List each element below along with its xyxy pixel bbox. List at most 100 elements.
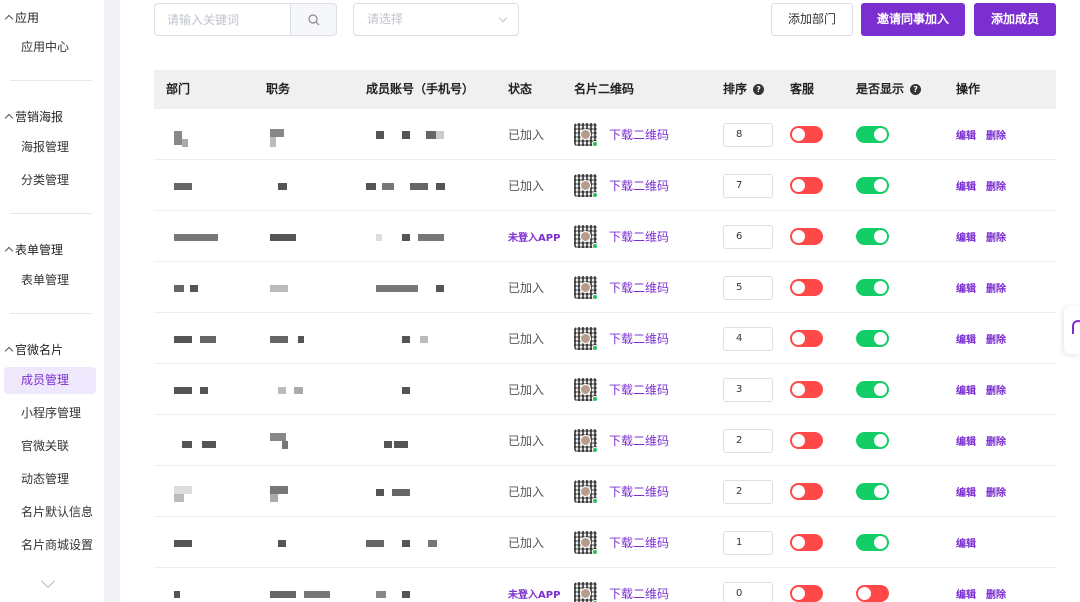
sidebar-item-poster-management[interactable]: 海报管理 bbox=[4, 134, 96, 161]
sidebar-group-business-card[interactable]: 官微名片 bbox=[4, 341, 63, 358]
redacted-text bbox=[182, 441, 192, 448]
delete-link[interactable]: 删除 bbox=[986, 280, 1006, 295]
download-qrcode-link[interactable]: 下载二维码 bbox=[609, 381, 669, 398]
service-toggle[interactable] bbox=[790, 432, 823, 449]
sort-input[interactable] bbox=[723, 326, 773, 351]
edit-link[interactable]: 编辑 bbox=[956, 331, 976, 346]
search-button[interactable] bbox=[290, 3, 337, 36]
redacted-text bbox=[436, 285, 444, 292]
edit-link[interactable]: 编辑 bbox=[956, 433, 976, 448]
sidebar-item-card-default-info[interactable]: 名片默认信息 bbox=[4, 499, 96, 526]
sort-cell bbox=[723, 415, 773, 466]
display-toggle[interactable] bbox=[856, 228, 889, 245]
sidebar-item-official-link[interactable]: 官微关联 bbox=[4, 433, 96, 460]
add-member-button[interactable]: 添加成员 bbox=[974, 3, 1056, 36]
display-toggle[interactable] bbox=[856, 585, 889, 602]
delete-link[interactable]: 删除 bbox=[986, 178, 1006, 193]
delete-link[interactable]: 删除 bbox=[986, 382, 1006, 397]
delete-link[interactable]: 删除 bbox=[986, 586, 1006, 601]
column-header-label: 是否显示 bbox=[856, 82, 905, 96]
display-toggle[interactable] bbox=[856, 177, 889, 194]
sidebar-item-app-center[interactable]: 应用中心 bbox=[4, 34, 96, 61]
sidebar-item-member-management[interactable]: 成员管理 bbox=[4, 367, 96, 394]
sort-input[interactable] bbox=[723, 122, 773, 147]
add-department-button[interactable]: 添加部门 bbox=[771, 3, 853, 36]
avatar bbox=[580, 486, 591, 497]
edit-link[interactable]: 编辑 bbox=[956, 178, 976, 193]
service-toggle[interactable] bbox=[790, 585, 823, 602]
download-qrcode-link[interactable]: 下载二维码 bbox=[609, 432, 669, 449]
help-icon[interactable]: ? bbox=[910, 84, 922, 95]
sort-input[interactable] bbox=[723, 173, 773, 198]
edit-link[interactable]: 编辑 bbox=[956, 484, 976, 499]
delete-link[interactable]: 删除 bbox=[986, 484, 1006, 499]
sidebar-group-form[interactable]: 表单管理 bbox=[4, 241, 63, 258]
display-toggle[interactable] bbox=[856, 381, 889, 398]
display-toggle[interactable] bbox=[856, 534, 889, 551]
service-toggle[interactable] bbox=[790, 381, 823, 398]
sidebar-item-form-management[interactable]: 表单管理 bbox=[4, 267, 96, 294]
download-qrcode-link[interactable]: 下载二维码 bbox=[609, 534, 669, 551]
display-toggle[interactable] bbox=[856, 432, 889, 449]
download-qrcode-link[interactable]: 下载二维码 bbox=[609, 585, 669, 602]
sort-input[interactable] bbox=[723, 377, 773, 402]
wechat-icon bbox=[592, 498, 598, 504]
service-toggle[interactable] bbox=[790, 126, 823, 143]
sort-input[interactable] bbox=[723, 428, 773, 453]
sort-input[interactable] bbox=[723, 275, 773, 300]
edit-link[interactable]: 编辑 bbox=[956, 127, 976, 142]
service-toggle[interactable] bbox=[790, 330, 823, 347]
edit-link[interactable]: 编辑 bbox=[956, 382, 976, 397]
column-header-position: 职务 bbox=[266, 82, 291, 96]
qrcode-cell: 下载二维码 bbox=[574, 466, 669, 517]
table-row: 未登入APP 下载二维码 编辑删除 bbox=[154, 211, 1056, 262]
customer-service-float-button[interactable] bbox=[1064, 306, 1080, 354]
delete-link[interactable]: 删除 bbox=[986, 229, 1006, 244]
display-toggle[interactable] bbox=[856, 483, 889, 500]
download-qrcode-link[interactable]: 下载二维码 bbox=[609, 483, 669, 500]
delete-link[interactable]: 删除 bbox=[986, 433, 1006, 448]
service-toggle[interactable] bbox=[790, 279, 823, 296]
delete-link[interactable]: 删除 bbox=[986, 127, 1006, 142]
sidebar-item-feed-management[interactable]: 动态管理 bbox=[4, 466, 96, 493]
sort-input[interactable] bbox=[723, 224, 773, 249]
sort-input[interactable] bbox=[723, 479, 773, 504]
edit-link[interactable]: 编辑 bbox=[956, 535, 976, 550]
redacted-text bbox=[270, 137, 276, 147]
service-toggle[interactable] bbox=[790, 483, 823, 500]
status-text: 已加入 bbox=[508, 179, 545, 193]
sidebar-item-category-management[interactable]: 分类管理 bbox=[4, 167, 96, 194]
edit-link[interactable]: 编辑 bbox=[956, 280, 976, 295]
display-toggle[interactable] bbox=[856, 279, 889, 296]
service-toggle[interactable] bbox=[790, 534, 823, 551]
display-toggle[interactable] bbox=[856, 126, 889, 143]
department-select[interactable]: 请选择 bbox=[353, 3, 519, 36]
download-qrcode-link[interactable]: 下载二维码 bbox=[609, 177, 669, 194]
help-icon[interactable]: ? bbox=[753, 84, 765, 95]
column-header-label: 排序 bbox=[723, 82, 748, 96]
status-text: 已加入 bbox=[508, 383, 545, 397]
chevron-down-icon[interactable] bbox=[40, 573, 56, 589]
redacted-text bbox=[270, 591, 296, 598]
display-cell bbox=[856, 160, 889, 211]
download-qrcode-link[interactable]: 下载二维码 bbox=[609, 279, 669, 296]
sort-input[interactable] bbox=[723, 581, 773, 602]
download-qrcode-link[interactable]: 下载二维码 bbox=[609, 330, 669, 347]
download-qrcode-link[interactable]: 下载二维码 bbox=[609, 126, 669, 143]
service-toggle[interactable] bbox=[790, 228, 823, 245]
sidebar-group-app[interactable]: 应用 bbox=[4, 9, 39, 26]
redacted-text bbox=[190, 285, 198, 292]
edit-link[interactable]: 编辑 bbox=[956, 586, 976, 601]
service-toggle[interactable] bbox=[790, 177, 823, 194]
download-qrcode-link[interactable]: 下载二维码 bbox=[609, 228, 669, 245]
status-cell: 未登入APP bbox=[508, 568, 560, 602]
delete-link[interactable]: 删除 bbox=[986, 331, 1006, 346]
invite-colleague-button[interactable]: 邀请同事加入 bbox=[861, 3, 965, 36]
search-input[interactable] bbox=[154, 3, 290, 36]
display-toggle[interactable] bbox=[856, 330, 889, 347]
edit-link[interactable]: 编辑 bbox=[956, 229, 976, 244]
sort-input[interactable] bbox=[723, 530, 773, 555]
sidebar-item-miniprogram-management[interactable]: 小程序管理 bbox=[4, 400, 96, 427]
sidebar-item-card-mall-settings[interactable]: 名片商城设置 bbox=[4, 532, 96, 559]
sidebar-group-marketing-poster[interactable]: 营销海报 bbox=[4, 108, 63, 125]
